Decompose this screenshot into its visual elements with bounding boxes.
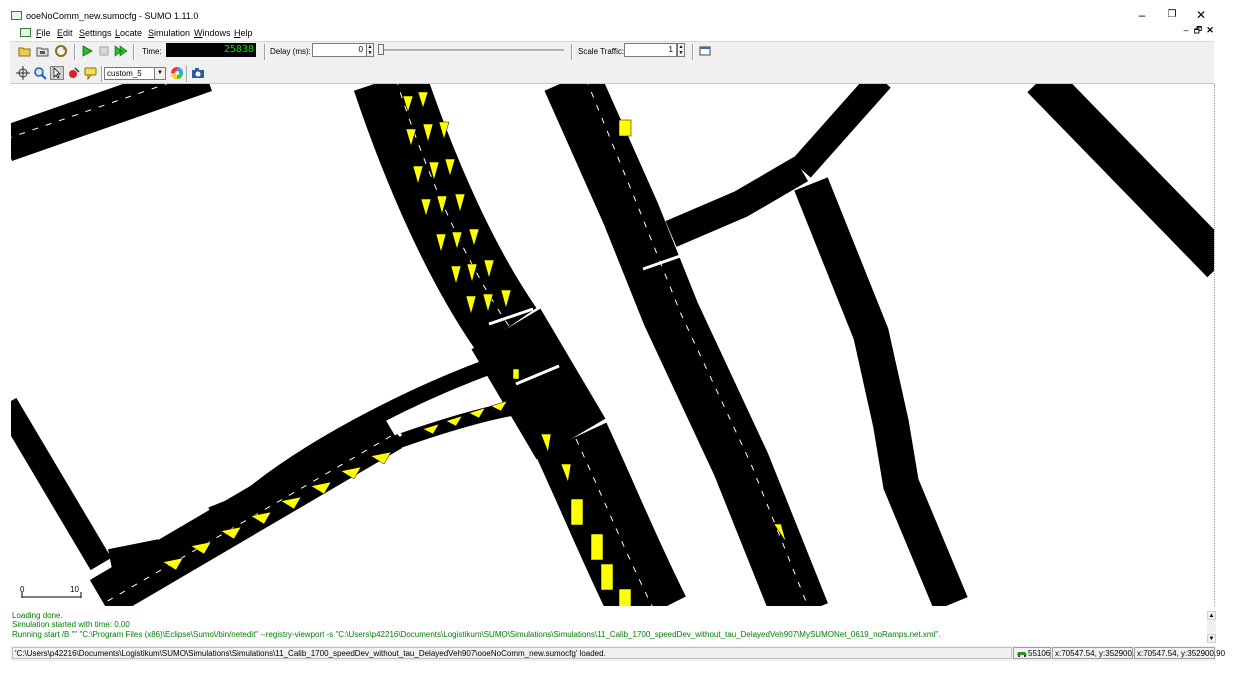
color-scheme-select[interactable]: custom_5 ▼	[104, 67, 166, 80]
time-display: 25838	[166, 43, 256, 57]
delay-input[interactable]: 0	[312, 43, 367, 57]
road-right	[794, 177, 968, 606]
toolbar-separator	[101, 66, 103, 82]
status-message: 'C:\Users\p42216\Documents\Logistikum\SU…	[12, 647, 1012, 659]
road-top-left	[11, 84, 212, 161]
menu-file[interactable]: File	[36, 28, 51, 38]
log-scrollbar[interactable]: ▲ ▼	[1207, 611, 1216, 643]
open-folder-icon[interactable]	[18, 44, 32, 58]
log-line: Simulation started with time: 0.00	[12, 620, 130, 630]
time-label: Time:	[142, 47, 162, 56]
arterial-road	[89, 410, 403, 606]
run-icon[interactable]	[80, 44, 94, 58]
arterial-junction	[108, 539, 164, 579]
delay-spinner[interactable]: ▲ ▼	[366, 43, 374, 57]
title-bar: ooeNoComm_new.sumocfg - SUMO 1.11.0 – ❐ …	[0, 0, 1245, 24]
locate-vehicle-icon[interactable]	[67, 66, 81, 80]
vehicle-count-value: 55106	[1028, 649, 1051, 658]
log-line: Running start /B "" "C:\Program Files (x…	[12, 629, 941, 639]
stop-icon[interactable]	[97, 44, 111, 58]
zoom-icon[interactable]	[33, 66, 47, 80]
reload-icon[interactable]	[54, 44, 68, 58]
mdi-minimize-button[interactable]: –	[1181, 25, 1191, 36]
delay-slider-track[interactable]	[380, 49, 564, 52]
menu-simulation[interactable]: Simulation	[148, 28, 190, 38]
mdi-restore-button[interactable]: 🗗	[1193, 25, 1203, 36]
scroll-up-icon[interactable]: ▲	[1207, 611, 1216, 620]
message-log: Loading done. Simulation started with ti…	[10, 611, 1208, 643]
mdi-close-button[interactable]: ✕	[1205, 25, 1215, 36]
delay-slider-thumb[interactable]	[378, 44, 384, 55]
status-bar: 'C:\Users\p42216\Documents\Logistikum\SU…	[10, 646, 1225, 661]
recenter-icon[interactable]	[16, 66, 30, 80]
road-network	[11, 84, 1214, 606]
road-far-right	[1027, 84, 1214, 278]
menu-windows[interactable]: Windows	[194, 28, 231, 38]
scroll-down-icon[interactable]: ▼	[1207, 634, 1216, 643]
toolbar-separator	[133, 44, 135, 60]
menu-settings[interactable]: Settings	[79, 28, 112, 38]
vehicle-count: 55106	[1013, 647, 1051, 659]
close-button[interactable]: ✕	[1186, 6, 1216, 24]
road-left-diagonal	[11, 397, 112, 571]
menu-locate[interactable]: Locate	[115, 28, 142, 38]
toolbar-separator	[74, 44, 76, 60]
toolbar-separator	[186, 66, 188, 82]
sumo-app-icon	[11, 11, 22, 20]
window-title: ooeNoComm_new.sumocfg - SUMO 1.11.0	[26, 11, 199, 21]
restore-button[interactable]: ❐	[1157, 6, 1187, 24]
select-cursor-icon[interactable]	[50, 66, 64, 80]
step-icon[interactable]	[114, 44, 128, 58]
color-scheme-value: custom_5	[107, 69, 142, 78]
highway-junction	[471, 308, 606, 460]
log-line: Loading done.	[12, 611, 63, 620]
geo-coordinates: x:70547.54, y:352900.90	[1134, 647, 1225, 659]
toolbar-separator	[692, 44, 694, 60]
cursor-coordinates: x:70547.54, y:352900.90	[1052, 647, 1143, 659]
toolbar-separator	[264, 44, 266, 60]
roads	[11, 84, 1214, 606]
delay-label: Delay (ms):	[270, 47, 311, 56]
highway-upper	[353, 84, 537, 351]
mdi-document-icon	[20, 28, 31, 37]
car-icon	[1017, 652, 1027, 657]
scale-bar-ten: 10	[70, 585, 79, 594]
toolbar-separator	[571, 44, 573, 60]
road-up-right	[791, 84, 891, 178]
screenshot-camera-icon[interactable]	[191, 66, 205, 80]
scale-bar	[21, 592, 82, 598]
window-icon[interactable]	[698, 44, 712, 58]
scale-bar-zero: 0	[20, 585, 25, 594]
menu-edit[interactable]: Edit	[57, 28, 73, 38]
simulation-view[interactable]: 0 10	[11, 84, 1215, 606]
color-wheel-icon[interactable]	[170, 66, 184, 80]
menu-bar: File Edit Settings Locate Simulation Win…	[0, 24, 1245, 41]
minimize-button[interactable]: –	[1127, 6, 1157, 24]
menu-help[interactable]: Help	[234, 28, 253, 38]
scale-traffic-label: Scale Traffic:	[578, 47, 625, 56]
scale-traffic-spinner[interactable]: ▲ ▼	[677, 43, 685, 57]
connector	[665, 156, 809, 247]
open-network-icon[interactable]	[36, 44, 50, 58]
scale-traffic-input[interactable]: 1	[624, 43, 677, 57]
tooltip-icon[interactable]	[84, 66, 98, 81]
chevron-down-icon[interactable]: ▼	[154, 68, 165, 79]
